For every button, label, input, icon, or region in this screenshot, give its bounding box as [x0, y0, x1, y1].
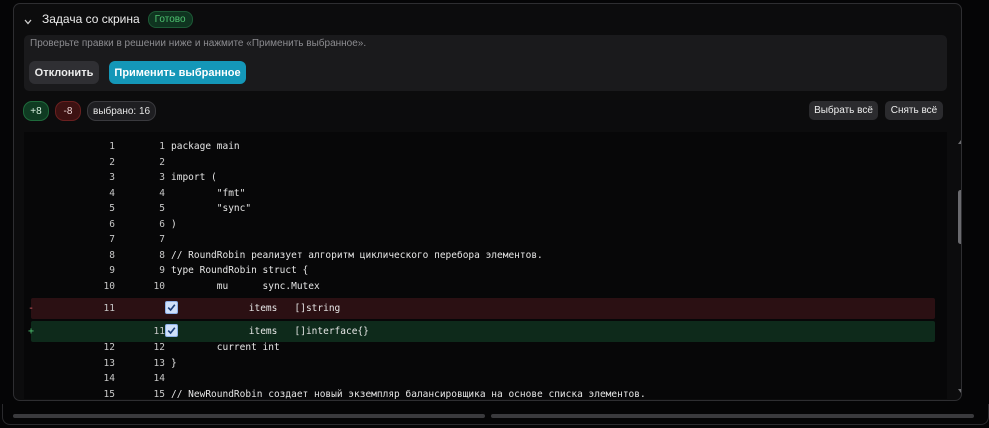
- old-line-number: 3: [109, 172, 115, 183]
- old-line-number: 10: [103, 280, 115, 292]
- new-line-number: 11: [153, 326, 165, 337]
- old-line-number: 1: [109, 141, 115, 152]
- code-line-text: package main: [171, 141, 240, 152]
- new-line-number: 13: [153, 357, 165, 369]
- added-count-badge: +8: [23, 101, 49, 121]
- code-line-text: current int: [171, 342, 280, 353]
- reject-button[interactable]: Отклонить: [29, 61, 99, 84]
- code-line-text: ): [171, 218, 177, 230]
- new-line-number: 9: [159, 265, 165, 276]
- removed-count-badge: -8: [55, 101, 81, 121]
- diff-code-view[interactable]: 1 1 package main 2 2 3 3 import (4 4 "fmt" 5 5 "sy…: [24, 132, 947, 399]
- code-line-text: type RoundRobin struct {: [171, 265, 309, 276]
- new-line-number: 8: [159, 249, 165, 261]
- scroll-down-arrow-icon[interactable]: [958, 389, 961, 393]
- diff-row: 4 4 "fmt": [24, 186, 937, 201]
- old-line-number: 11: [103, 303, 115, 314]
- new-line-number: 15: [153, 388, 165, 400]
- code-line-text: // NewRoundRobin создает новый экземпляр…: [171, 388, 646, 400]
- new-line-number: 2: [159, 156, 165, 168]
- new-line-number: 10: [153, 280, 165, 292]
- review-notice: Проверьте правки в решении ниже и нажмит…: [24, 35, 947, 91]
- diff-row: 15 15 // NewRoundRobin создает новый экзем…: [24, 387, 937, 400]
- diff-row: 22: [24, 155, 937, 170]
- old-line-number: 6: [109, 218, 115, 230]
- code-line-text: // RoundRobin реализует алгоритм цикличе…: [171, 249, 543, 261]
- diff-marker: -: [28, 303, 35, 314]
- old-line-number: 14: [103, 373, 115, 384]
- diff-row: 77: [24, 232, 937, 247]
- notice-text: Проверьте правки в решении ниже и нажмит…: [30, 38, 367, 49]
- new-line-number: 7: [159, 234, 165, 245]
- status-badge: Готово: [147, 10, 193, 28]
- code-line-text: "fmt": [171, 187, 246, 199]
- code-line-text: }: [171, 357, 177, 369]
- code-line-text: items []string: [203, 303, 341, 314]
- diff-row: 1 1 package main: [24, 139, 937, 154]
- horizontal-scrollbar-right[interactable]: [491, 414, 974, 418]
- new-line-number: 12: [153, 342, 165, 353]
- scroll-up-arrow-icon[interactable]: [958, 140, 961, 144]
- code-line-text: items []interface{}: [203, 326, 369, 337]
- diff-row-added: +11 items []interface{}: [28, 321, 935, 342]
- code-line-text: mu sync.Mutex: [171, 280, 320, 292]
- diff-row: 5 5 "sync": [24, 201, 937, 216]
- task-header[interactable]: Задача со скрина Готово: [23, 10, 193, 28]
- change-checkbox[interactable]: [165, 324, 178, 337]
- diff-row: 14 14: [24, 371, 937, 386]
- new-line-number: 5: [159, 203, 165, 214]
- chevron-down-icon[interactable]: [23, 14, 33, 25]
- diff-row: 13 13}: [24, 356, 937, 371]
- diff-scrollbar[interactable]: [956, 138, 961, 397]
- old-line-number: 8: [109, 249, 115, 261]
- old-line-number: 15: [103, 388, 115, 400]
- old-line-number: 9: [109, 265, 115, 276]
- new-line-number: 6: [159, 218, 165, 230]
- diff-stats: +8 -8 выбрано: 16: [23, 101, 157, 121]
- change-checkbox[interactable]: [165, 301, 178, 314]
- apply-selected-button[interactable]: Применить выбранное: [109, 61, 246, 84]
- diff-row: 10 10 mu sync.Mutex: [24, 279, 937, 294]
- diff-row: 8 8 // RoundRobin реализует алгоритм цикли…: [24, 248, 937, 263]
- code-line-text: "sync": [171, 203, 252, 214]
- old-line-number: 13: [103, 357, 115, 369]
- old-line-number: 4: [109, 187, 115, 199]
- horizontal-scrollbar-left[interactable]: [13, 414, 485, 418]
- new-line-number: 1: [159, 141, 165, 152]
- diff-row: 12 12 current int: [24, 340, 937, 355]
- select-all-button[interactable]: Выбрать всё: [809, 101, 878, 120]
- old-line-number: 2: [109, 156, 115, 168]
- diff-row: 3 3 import (: [24, 170, 937, 185]
- selected-count-badge: выбрано: 16: [87, 101, 157, 121]
- old-line-number: 5: [109, 203, 115, 214]
- code-line-text: import (: [171, 172, 217, 183]
- diff-row: 6 6): [24, 217, 937, 232]
- task-panel: Задача со скрина Готово Проверьте правки…: [13, 3, 962, 401]
- new-line-number: 3: [159, 172, 165, 183]
- diff-row-removed: - 11 items []string: [28, 298, 935, 319]
- old-line-number: 7: [109, 234, 115, 245]
- scrollbar-thumb[interactable]: [958, 190, 961, 244]
- new-line-number: 14: [153, 373, 165, 384]
- diff-marker: +: [28, 326, 35, 337]
- diff-row: 9 9 type RoundRobin struct {: [24, 263, 937, 278]
- task-title: Задача со скрина: [42, 12, 140, 26]
- old-line-number: 12: [103, 342, 115, 353]
- clear-all-button[interactable]: Снять всё: [885, 101, 943, 120]
- new-line-number: 4: [159, 187, 165, 199]
